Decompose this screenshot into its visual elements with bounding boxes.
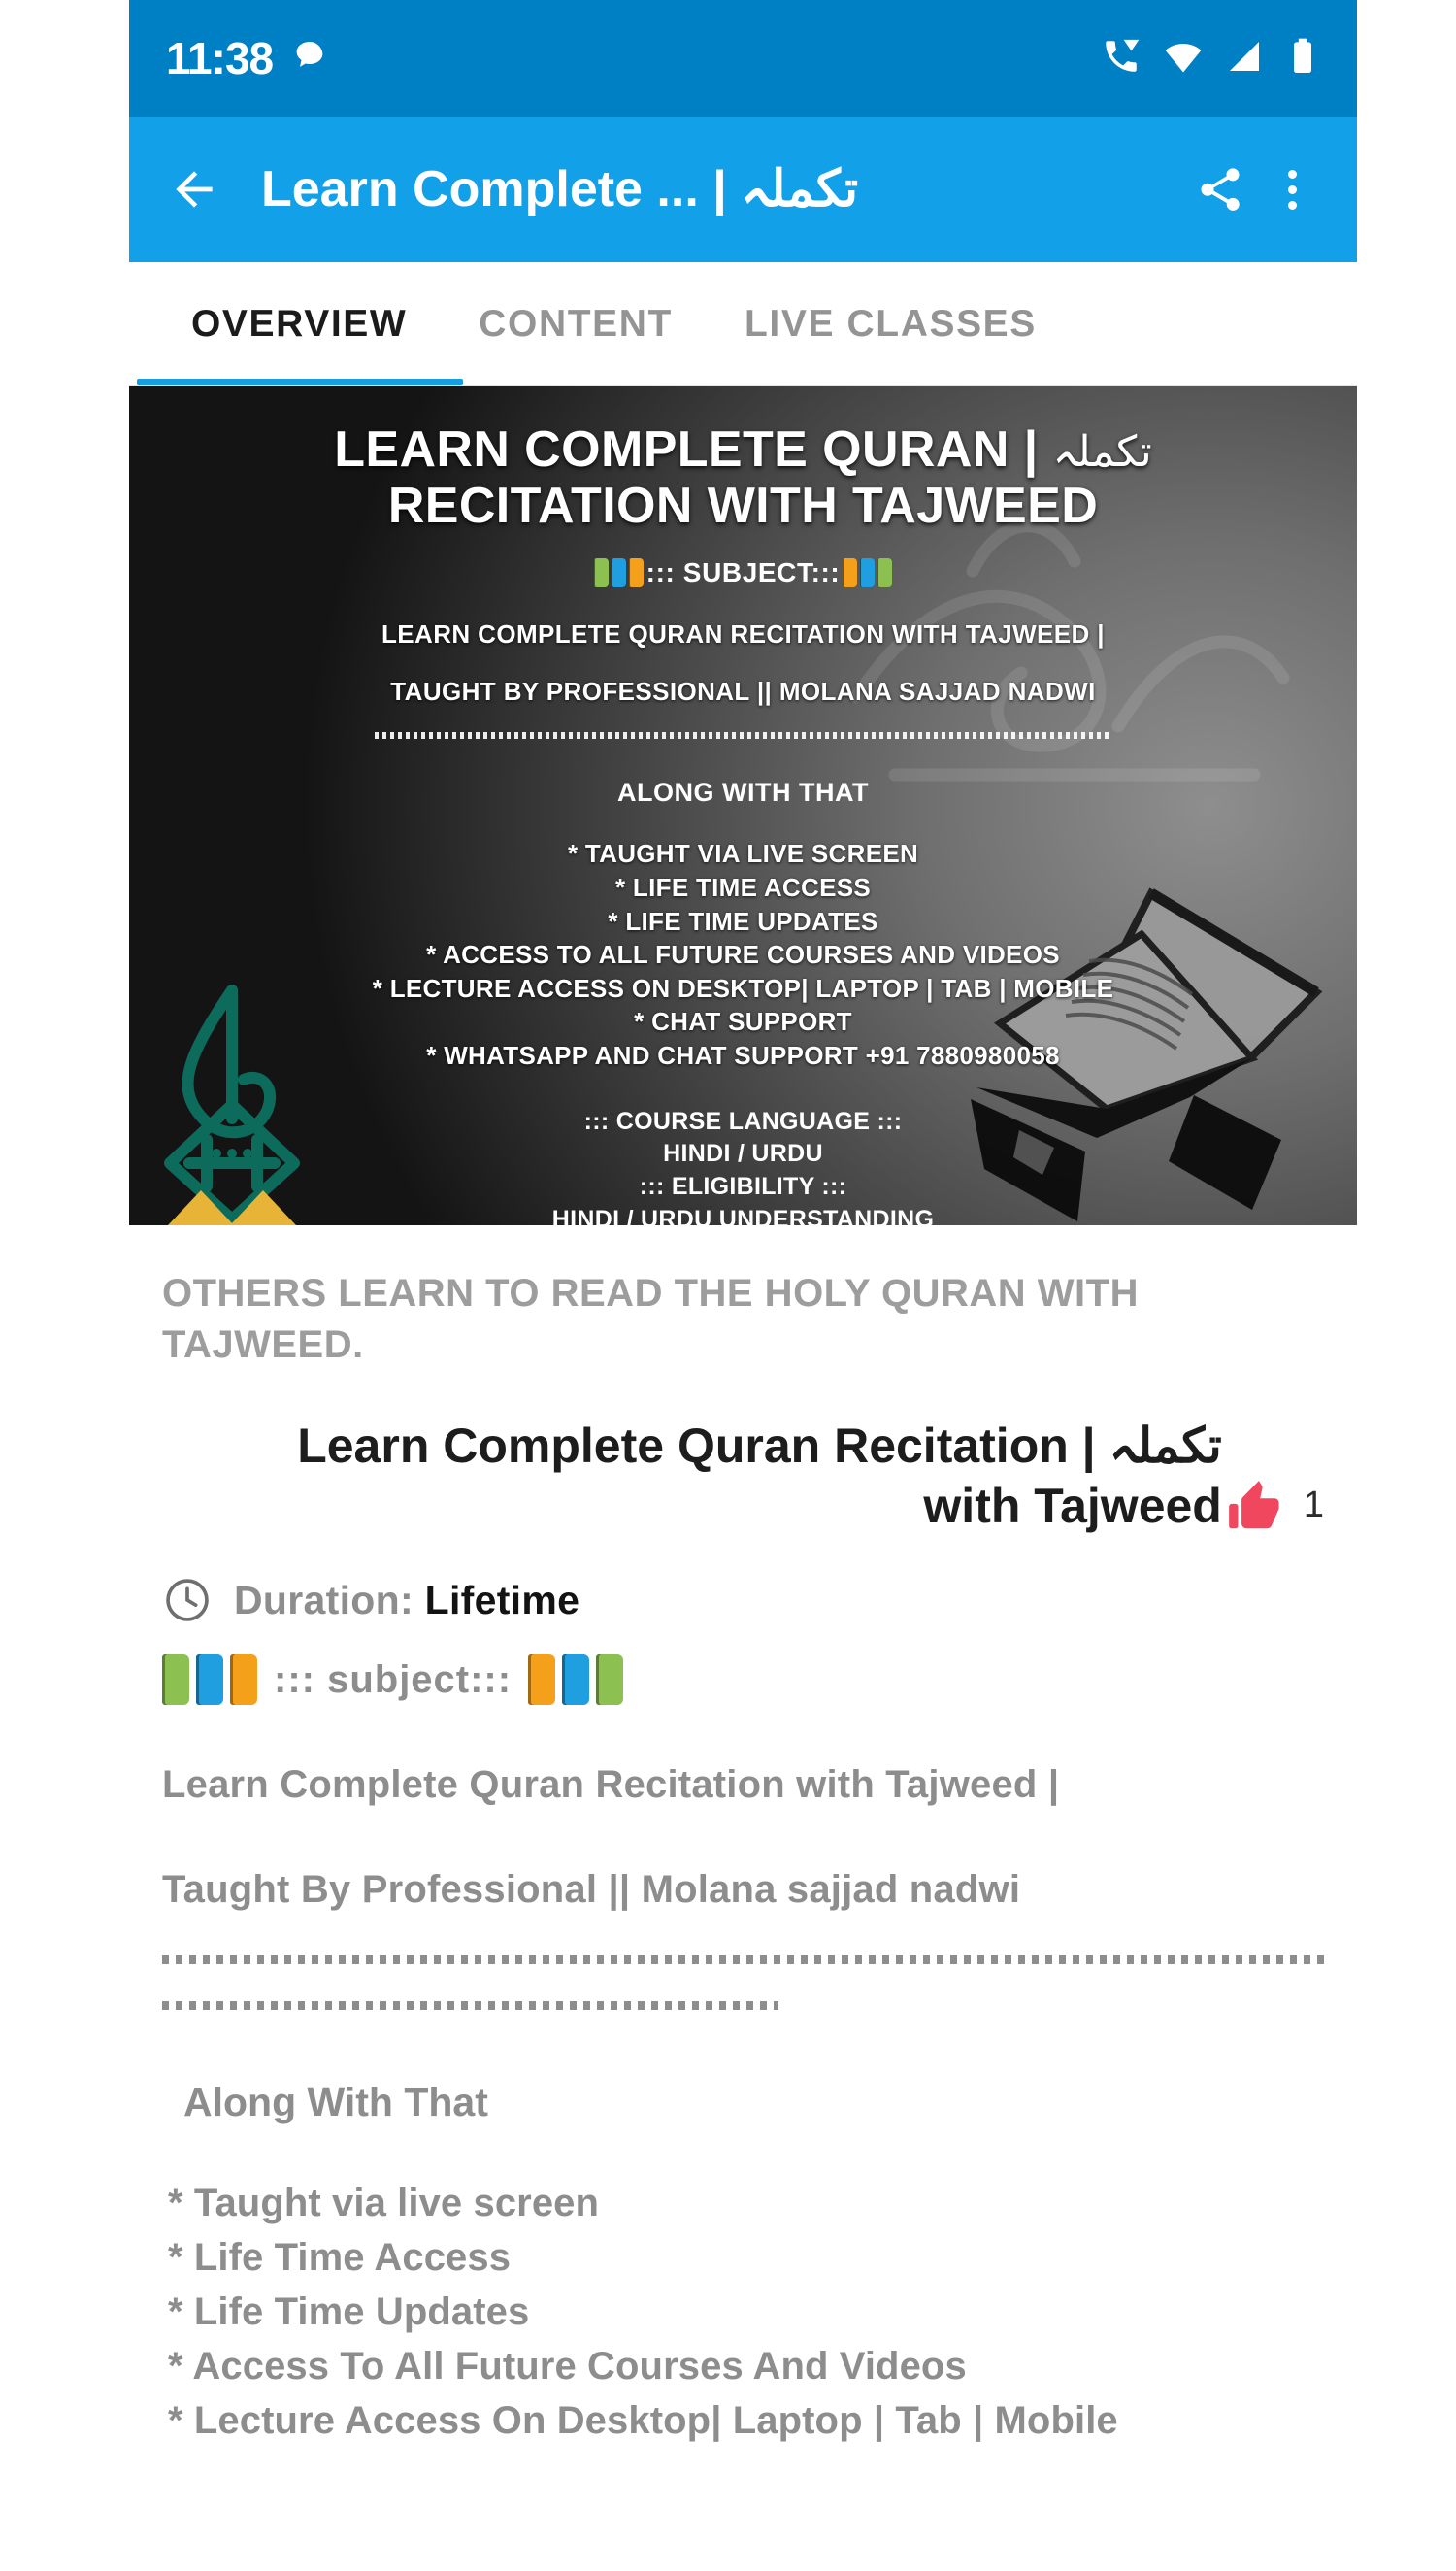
wifi-icon [1163,36,1204,82]
list-item: * Life Time Updates [168,2290,530,2334]
banner-feature-item: * ACCESS TO ALL FUTURE COURSES AND VIDEO… [426,940,1060,970]
clock-icon [166,1579,209,1622]
duration-label: Duration: [234,1577,414,1622]
book-icon-green-left [162,1654,189,1706]
banner-heading-line2: RECITATION WITH TAJWEED [387,478,1099,535]
book-icon-green-right [596,1654,624,1706]
like-count: 1 [1303,1485,1324,1526]
list-item: * Access To All Future Courses And Video… [168,2345,967,2388]
app-bar: Learn Complete ... | تكملہ [129,117,1357,262]
banner-heading-arabic: تكملہ [1052,428,1152,476]
banner-along-with-that: ALONG WITH THAT [617,778,869,808]
banner-feature-item: * LIFE TIME ACCESS [614,873,871,903]
banner-feature-item: * TAUGHT VIA LIVE SCREEN [567,839,919,869]
subject-label: ::: subject::: [274,1657,513,1701]
tab-content[interactable]: CONTENT [473,262,678,385]
volte-call-icon [1101,36,1142,82]
back-button[interactable] [158,153,230,225]
share-button[interactable] [1184,153,1256,225]
subject-row: ::: subject::: [162,1654,1324,1706]
banner-heading-line1: LEARN COMPLETE QURAN | [334,421,1039,478]
list-item: * Life Time Access [168,2236,512,2280]
banner-line-2: TAUGHT BY PROFESSIONAL || MOLANA SAJJAD … [390,677,1096,707]
book-icon-blue-2 [860,558,876,588]
book-icon-blue-left [196,1654,223,1706]
signal-icon [1225,37,1264,81]
course-title: Learn Complete Quran Recitation | تكملہ … [162,1416,1224,1536]
arrow-left-icon [176,171,213,208]
list-item: * Lecture Access On Desktop| Laptop | Ta… [168,2399,1118,2443]
book-icon-blue-right [562,1654,590,1706]
duration-text: Duration: Lifetime [234,1578,579,1623]
dotted-divider-long [162,1955,1324,1965]
more-vertical-icon [1287,169,1297,210]
dotted-divider-short [162,2001,778,2011]
description-paragraph-2: Taught By Professional || Molana sajjad … [162,1868,1021,1912]
book-icon-orange-2 [843,558,858,588]
tab-overview[interactable]: OVERVIEW [136,262,464,385]
battery-icon [1285,37,1320,81]
phone-frame: 11:38 Learn Complete ... | تكملہ OVERVIE… [0,0,1456,2571]
overflow-menu-button[interactable] [1256,153,1328,225]
thumbs-up-icon[interactable] [1224,1476,1284,1536]
course-title-row: Learn Complete Quran Recitation | تكملہ … [162,1416,1324,1536]
course-title-line1: Learn Complete Quran Recitation | تكملہ [297,1419,1222,1474]
book-icon-orange-1 [628,558,644,588]
banner-dotted-divider [374,732,1112,740]
overview-panel: OTHERS LEARN TO READ THE HOLY QURAN WITH… [129,1268,1357,2448]
banner-subject-row: ::: SUBJECT::: [129,557,1357,588]
chat-bubble-icon [290,37,329,81]
share-icon [1201,168,1240,211]
like-control[interactable]: 1 [1224,1416,1324,1536]
course-subtitle: OTHERS LEARN TO READ THE HOLY QURAN WITH… [162,1272,1139,1367]
banner-subject-label: ::: SUBJECT::: [645,557,841,588]
book-icon-orange-right [528,1654,556,1706]
status-bar-left: 11:38 [166,36,329,81]
course-banner-image[interactable]: LEARN COMPLETE QURAN | تكملہ RECITATION … [129,386,1357,1225]
status-time: 11:38 [166,33,274,83]
duration-row: Duration: Lifetime [162,1575,1324,1625]
duration-value: Lifetime [424,1577,580,1622]
banner-heading: LEARN COMPLETE QURAN | تكملہ RECITATION … [129,421,1357,534]
description-paragraph-1: Learn Complete Quran Recitation with Taj… [162,1763,1060,1807]
along-with-that-heading: Along With That [183,2080,488,2125]
arabic-calligraphy-logo [164,985,300,1225]
app-bar-title: Learn Complete ... | تكملہ [261,162,859,217]
book-icon-orange-left [230,1654,257,1706]
course-title-line2: with Tajweed [923,1479,1222,1534]
book-icon-blue-1 [611,558,626,588]
banner-feature-item: * LIFE TIME UPDATES [608,906,878,936]
tab-bar: OVERVIEW CONTENT LIVE CLASSES [129,262,1357,386]
list-item: * Taught via live screen [168,2182,600,2225]
book-icon-green-2 [877,558,893,588]
tab-live-classes[interactable]: LIVE CLASSES [739,262,1042,385]
status-bar-right [1101,36,1320,82]
app-screen: 11:38 Learn Complete ... | تكملہ OVERVIE… [129,0,1357,2571]
banner-line-1: LEARN COMPLETE QURAN RECITATION WITH TAJ… [381,619,1105,650]
feature-bullet-list: * Taught via live screen * Life Time Acc… [162,2176,1324,2448]
book-icon-green-1 [593,558,609,588]
status-bar: 11:38 [129,0,1357,117]
